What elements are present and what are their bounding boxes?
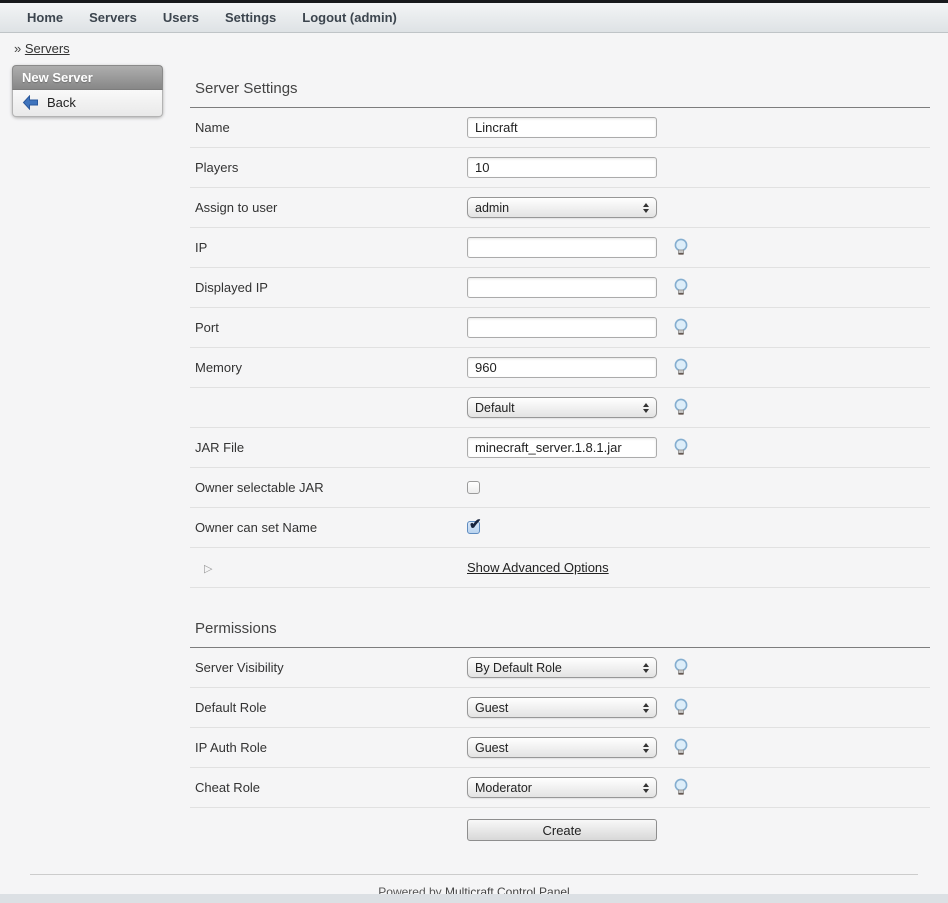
- hint-lightbulb-icon[interactable]: [672, 398, 690, 417]
- field-label-memory: Memory: [195, 360, 467, 375]
- hint-lightbulb-icon[interactable]: [672, 738, 690, 757]
- show-advanced-options-link[interactable]: Show Advanced Options: [467, 560, 609, 575]
- back-label: Back: [47, 95, 76, 110]
- hint-lightbulb-icon[interactable]: [672, 278, 690, 297]
- sidebar-body: Back: [12, 90, 163, 117]
- form-row-owner-can-set-name: Owner can set Name ✔: [190, 508, 930, 548]
- section-title-permissions: Permissions: [190, 616, 930, 648]
- nav-item-logout[interactable]: Logout (admin): [302, 10, 397, 25]
- form-row-assign-to-user: Assign to user admin: [190, 188, 930, 228]
- select-value: By Default Role: [475, 661, 562, 675]
- form-row-cheat-role: Cheat Role Moderator: [190, 768, 930, 808]
- hint-lightbulb-icon[interactable]: [672, 698, 690, 717]
- form-row-advanced-options: ▷ Show Advanced Options: [190, 548, 930, 588]
- nav-item-home[interactable]: Home: [27, 10, 63, 25]
- select-value: Default: [475, 401, 515, 415]
- form-row-owner-selectable-jar: Owner selectable JAR ✔: [190, 468, 930, 508]
- hint-lightbulb-icon[interactable]: [672, 318, 690, 337]
- form-row-memory-mode: Default: [190, 388, 930, 428]
- form-row-default-role: Default Role Guest: [190, 688, 930, 728]
- field-label-server-visibility: Server Visibility: [195, 660, 467, 675]
- main-content: Server Settings Name Players Assign to u…: [190, 56, 930, 852]
- field-label-port: Port: [195, 320, 467, 335]
- ip-input[interactable]: [467, 237, 657, 258]
- select-arrows-icon: [643, 743, 649, 753]
- form-row-ip: IP: [190, 228, 930, 268]
- section-title-server-settings: Server Settings: [190, 76, 930, 108]
- players-input[interactable]: [467, 157, 657, 178]
- default-role-select[interactable]: Guest: [467, 697, 657, 718]
- hint-lightbulb-icon[interactable]: [672, 358, 690, 377]
- sidebar-title: New Server: [12, 65, 163, 90]
- cheat-role-select[interactable]: Moderator: [467, 777, 657, 798]
- back-arrow-icon: [22, 95, 39, 110]
- memory-mode-select[interactable]: Default: [467, 397, 657, 418]
- select-arrows-icon: [643, 403, 649, 413]
- select-value: admin: [475, 201, 509, 215]
- field-label-assign-to-user: Assign to user: [195, 200, 467, 215]
- form-row-create: Create: [190, 808, 930, 852]
- sidebar-menu: New Server Back: [12, 65, 163, 117]
- field-label-name: Name: [195, 120, 467, 135]
- expand-triangle-icon[interactable]: ▷: [204, 563, 212, 575]
- hint-lightbulb-icon[interactable]: [672, 438, 690, 457]
- form-row-players: Players: [190, 148, 930, 188]
- sidebar-item-back[interactable]: Back: [22, 95, 153, 110]
- form-row-ip-auth-role: IP Auth Role Guest: [190, 728, 930, 768]
- create-button[interactable]: Create: [467, 819, 657, 841]
- select-arrows-icon: [643, 663, 649, 673]
- owner-can-set-name-checkbox[interactable]: ✔: [467, 521, 480, 534]
- select-arrows-icon: [643, 783, 649, 793]
- nav-item-users[interactable]: Users: [163, 10, 199, 25]
- select-value: Moderator: [475, 781, 532, 795]
- nav-item-settings[interactable]: Settings: [225, 10, 276, 25]
- bottom-band: [0, 894, 948, 903]
- field-label-default-role: Default Role: [195, 700, 467, 715]
- breadcrumb: » Servers: [14, 41, 948, 56]
- port-input[interactable]: [467, 317, 657, 338]
- form-row-jar-file: JAR File: [190, 428, 930, 468]
- field-label-owner-can-set-name: Owner can set Name: [195, 520, 467, 535]
- server-visibility-select[interactable]: By Default Role: [467, 657, 657, 678]
- field-label-displayed-ip: Displayed IP: [195, 280, 467, 295]
- hint-lightbulb-icon[interactable]: [672, 238, 690, 257]
- checkmark-icon: ✔: [469, 515, 482, 533]
- field-label-owner-selectable-jar: Owner selectable JAR: [195, 480, 467, 495]
- select-arrows-icon: [643, 203, 649, 213]
- field-label-jar-file: JAR File: [195, 440, 467, 455]
- select-value: Guest: [475, 701, 508, 715]
- name-input[interactable]: [467, 117, 657, 138]
- jar-file-input[interactable]: [467, 437, 657, 458]
- form-row-displayed-ip: Displayed IP: [190, 268, 930, 308]
- form-row-server-visibility: Server Visibility By Default Role: [190, 648, 930, 688]
- field-label-cheat-role: Cheat Role: [195, 780, 467, 795]
- field-label-ip-auth-role: IP Auth Role: [195, 740, 467, 755]
- form-row-memory: Memory: [190, 348, 930, 388]
- form-row-port: Port: [190, 308, 930, 348]
- form-row-name: Name: [190, 108, 930, 148]
- field-label-ip: IP: [195, 240, 467, 255]
- advanced-expand-cell: ▷: [195, 560, 467, 575]
- top-navbar: Home Servers Users Settings Logout (admi…: [0, 3, 948, 33]
- memory-input[interactable]: [467, 357, 657, 378]
- hint-lightbulb-icon[interactable]: [672, 778, 690, 797]
- ip-auth-role-select[interactable]: Guest: [467, 737, 657, 758]
- assign-to-user-select[interactable]: admin: [467, 197, 657, 218]
- field-label-players: Players: [195, 160, 467, 175]
- hint-lightbulb-icon[interactable]: [672, 658, 690, 677]
- select-value: Guest: [475, 741, 508, 755]
- select-arrows-icon: [643, 703, 649, 713]
- displayed-ip-input[interactable]: [467, 277, 657, 298]
- breadcrumb-link-servers[interactable]: Servers: [25, 41, 70, 56]
- nav-item-servers[interactable]: Servers: [89, 10, 137, 25]
- owner-selectable-jar-checkbox[interactable]: ✔: [467, 481, 480, 494]
- breadcrumb-symbol: »: [14, 41, 21, 56]
